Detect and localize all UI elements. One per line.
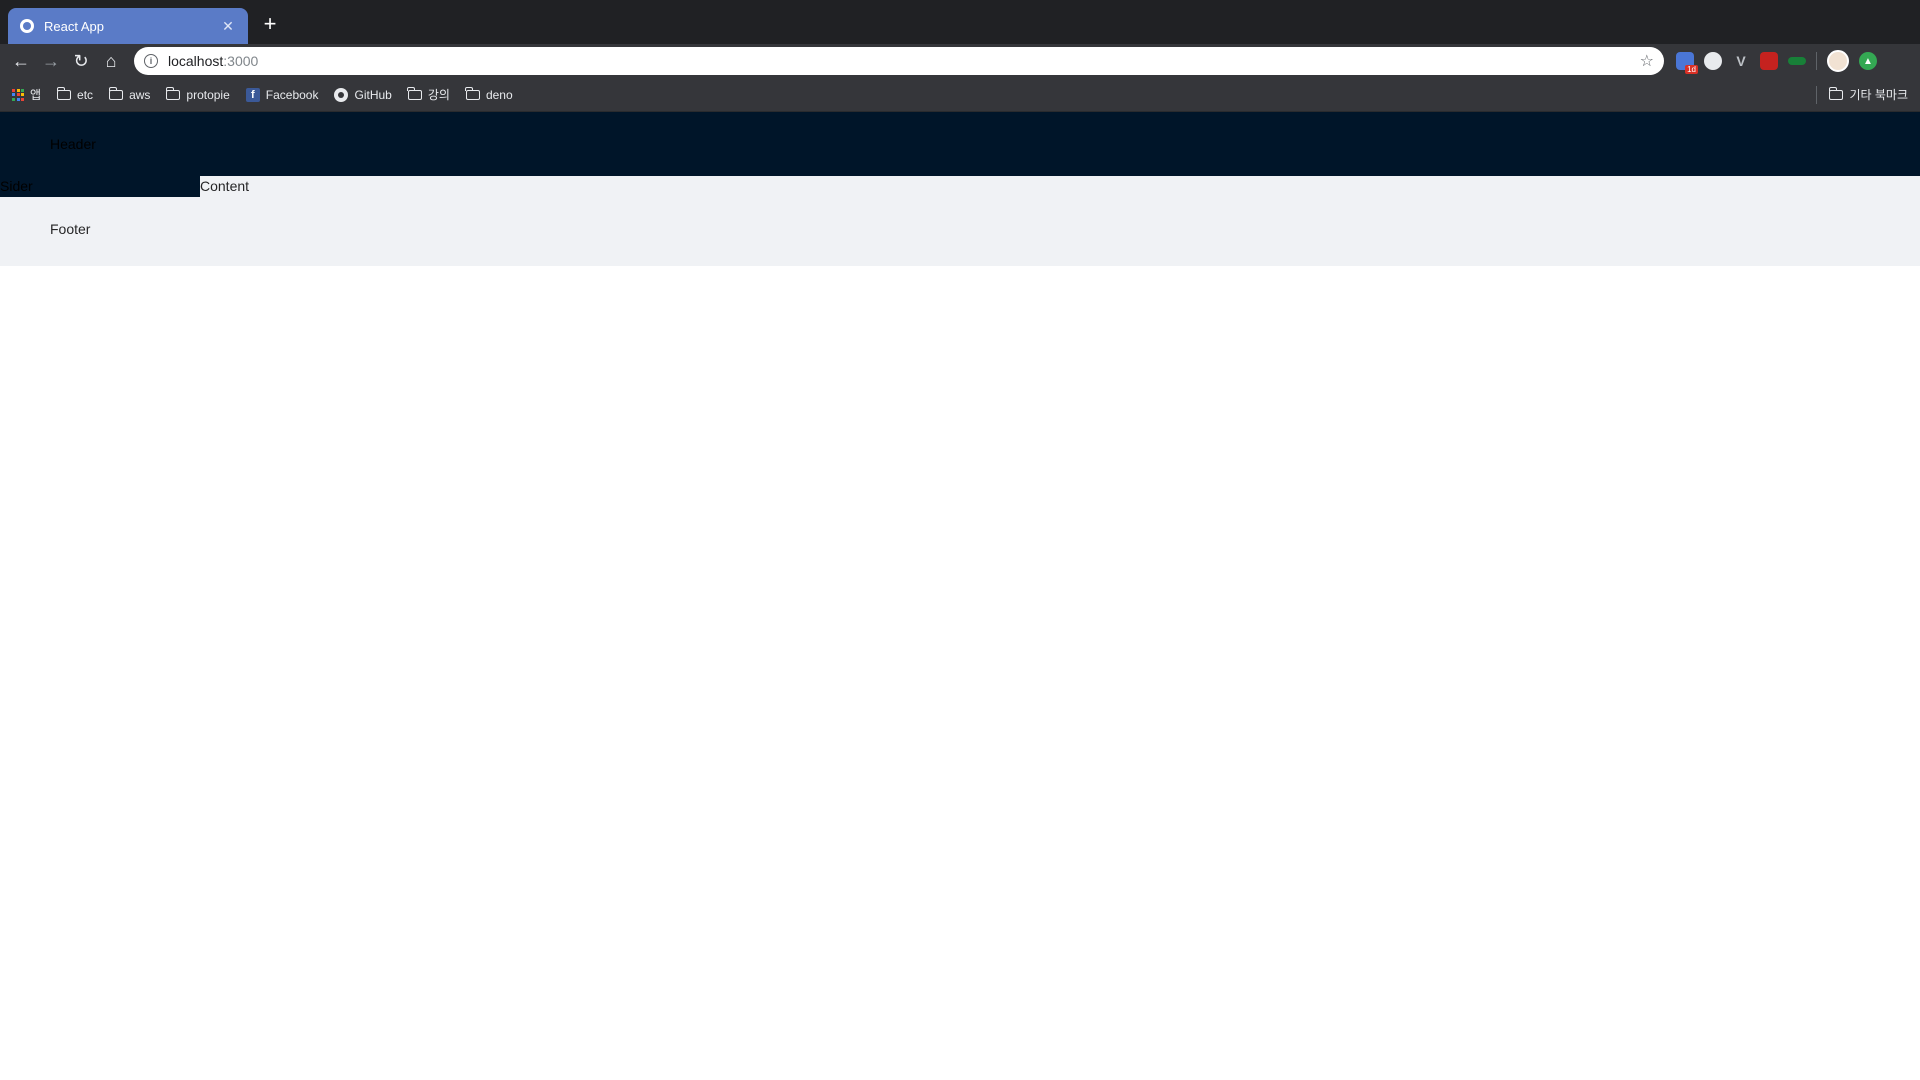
profile-avatar[interactable]: [1827, 50, 1849, 72]
layout-footer: Footer: [0, 197, 1920, 266]
home-button[interactable]: ⌂: [96, 46, 126, 76]
bookmark-label: GitHub: [354, 87, 392, 102]
red-extension-icon[interactable]: [1760, 52, 1778, 70]
toolbar: ← → ↻ ⌂ i localhost :3000 ☆ 1d V ▲: [0, 44, 1920, 78]
folder-icon: [108, 86, 124, 100]
calendar-extension-icon[interactable]: 1d: [1676, 52, 1698, 74]
bookmark-label: 강의: [427, 88, 450, 102]
bookmark-deno[interactable]: deno: [465, 86, 513, 102]
bookmark-github[interactable]: GitHub: [334, 87, 392, 102]
bookmark-label: deno: [485, 87, 513, 102]
bookmark-aws[interactable]: aws: [108, 86, 151, 102]
layout-content: Content: [200, 178, 250, 194]
bookmark-star-icon[interactable]: ☆: [1640, 51, 1654, 71]
globe-icon: [20, 19, 34, 33]
close-icon[interactable]: ✕: [220, 18, 236, 35]
bookmark-lectures[interactable]: 강의: [407, 86, 450, 103]
url-host: localhost: [168, 53, 224, 69]
bookmarks-divider: [1816, 85, 1818, 104]
other-bookmarks[interactable]: 기타 북마크: [1816, 85, 1908, 104]
url-port: :3000: [223, 53, 259, 69]
bookmark-protopie[interactable]: protopie: [165, 86, 230, 102]
extensions: 1d V ▲: [1676, 50, 1877, 74]
folder-icon: [165, 86, 181, 100]
layout-sider: Sider: [0, 176, 200, 197]
vue-devtools-icon[interactable]: V: [1732, 52, 1750, 70]
bookmark-label: 앱: [30, 88, 42, 102]
folder-icon: [465, 86, 480, 100]
address-bar[interactable]: i localhost :3000 ☆: [134, 47, 1664, 75]
bookmark-apps[interactable]: 앱: [12, 86, 41, 103]
apps-icon: [12, 88, 24, 101]
bookmark-etc[interactable]: etc: [56, 86, 94, 102]
bookmark-label: Facebook: [265, 87, 319, 102]
toolbar-divider: [1816, 52, 1817, 70]
bookmark-label: aws: [129, 87, 151, 102]
back-button[interactable]: ←: [6, 46, 36, 76]
browser-chrome: React App ✕ + ← → ↻ ⌂ i localhost :3000 …: [0, 0, 1920, 112]
page-viewport: Header Sider Content Footer: [0, 112, 1920, 1080]
bookmarks-bar: 앱 etc aws protopie f Facebook GitHub 강의: [0, 78, 1920, 112]
bookmark-label: protopie: [186, 87, 230, 102]
folder-icon: [56, 86, 72, 100]
bookmark-label: etc: [77, 87, 94, 102]
layout-header: Header: [0, 112, 1920, 176]
folder-icon: [407, 86, 422, 100]
tab-title: React App: [44, 18, 104, 34]
bookmark-facebook[interactable]: f Facebook: [245, 87, 319, 102]
other-bookmarks-label: 기타 북마크: [1849, 88, 1908, 102]
reload-button[interactable]: ↻: [66, 46, 96, 76]
green-extension-icon[interactable]: [1788, 57, 1806, 65]
extension-badge: 1d: [1685, 65, 1698, 74]
tab-strip: React App ✕ +: [0, 0, 1920, 44]
header-text: Header: [50, 136, 96, 152]
update-icon[interactable]: ▲: [1859, 52, 1877, 70]
folder-icon: [1828, 86, 1844, 100]
layout-body: Sider Content: [0, 176, 1920, 197]
facebook-icon: f: [245, 87, 260, 102]
tab-react-app[interactable]: React App ✕: [8, 8, 248, 44]
new-tab-button[interactable]: +: [258, 12, 282, 36]
circle-extension-icon[interactable]: [1704, 52, 1722, 70]
info-icon[interactable]: i: [144, 54, 158, 68]
forward-button[interactable]: →: [36, 46, 66, 76]
footer-text: Footer: [50, 221, 91, 237]
github-icon: [334, 87, 349, 102]
